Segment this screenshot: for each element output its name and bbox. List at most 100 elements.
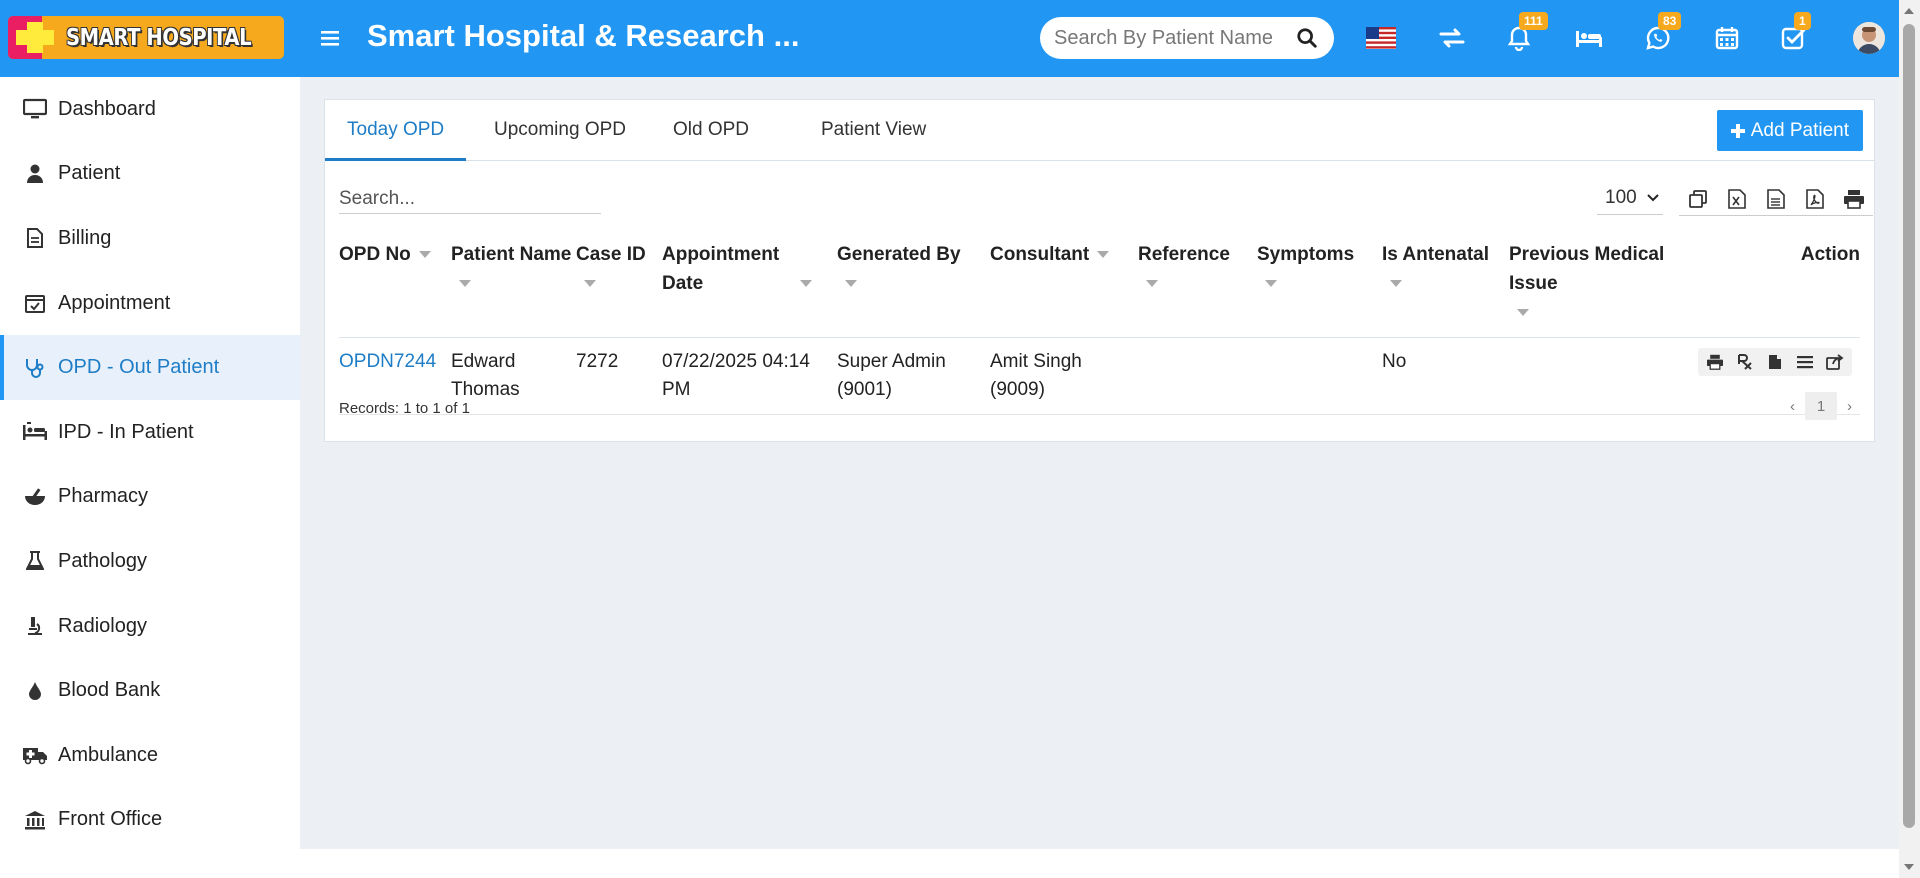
stethoscope-icon (22, 355, 48, 381)
print-icon[interactable] (1842, 187, 1866, 211)
microscope-icon (22, 613, 48, 639)
patient-search-input[interactable] (1054, 26, 1272, 50)
scroll-down-arrow[interactable] (1904, 864, 1914, 870)
sidebar-item-label: Blood Bank (58, 679, 161, 702)
col-label: Symptoms (1257, 244, 1355, 265)
records-count: Records: 1 to 1 of 1 (339, 400, 470, 417)
opd-tabs: Today OPD Upcoming OPD Old OPD Patient V… (325, 100, 1874, 161)
add-patient-button[interactable]: Add Patient (1716, 110, 1863, 151)
col-generated-by[interactable]: Generated By (837, 234, 990, 338)
col-previous-medical-issue[interactable]: Previous Medical Issue (1509, 234, 1679, 338)
sort-caret-icon (459, 280, 471, 288)
file-icon[interactable] (1762, 350, 1788, 374)
copy-icon[interactable] (1686, 187, 1710, 211)
monitor-icon (22, 96, 48, 122)
col-is-antenatal[interactable]: Is Antenatal (1382, 234, 1509, 338)
switch-arrows-icon[interactable] (1436, 22, 1468, 54)
sidebar-item-label: IPD - In Patient (58, 420, 194, 443)
vertical-scrollbar[interactable] (1899, 0, 1920, 878)
tab-upcoming-opd[interactable]: Upcoming OPD (472, 100, 648, 161)
whatsapp-icon[interactable]: 83 (1642, 12, 1682, 54)
sidebar-item-opd[interactable]: OPD - Out Patient (0, 335, 300, 400)
csv-icon[interactable] (1764, 187, 1788, 211)
col-label: Previous Medical Issue (1509, 244, 1665, 294)
plus-icon (1730, 123, 1745, 138)
sidebar: Dashboard Patient Billing Appointment OP… (0, 77, 300, 878)
print-icon[interactable] (1702, 350, 1728, 374)
hospital-bed-icon (22, 419, 48, 445)
cell-previous-medical-issue (1509, 337, 1679, 415)
calendar-icon[interactable] (1711, 22, 1743, 54)
sidebar-item-billing[interactable]: Billing (0, 206, 300, 271)
bed-icon[interactable] (1573, 22, 1605, 54)
user-avatar[interactable] (1853, 22, 1885, 54)
task-check-icon[interactable]: 1 (1778, 12, 1811, 54)
page-size-select[interactable]: 100 (1597, 181, 1663, 215)
share-icon[interactable] (1822, 350, 1848, 374)
search-icon[interactable] (1296, 27, 1318, 49)
sidebar-item-radiology[interactable]: Radiology (0, 594, 300, 659)
sort-caret-icon (418, 251, 431, 259)
notification-bell-icon[interactable]: 111 (1503, 12, 1548, 54)
logo-text: SMART HOSPITAL (66, 24, 252, 51)
sidebar-item-pharmacy[interactable]: Pharmacy (0, 465, 300, 530)
scroll-thumb[interactable] (1903, 24, 1915, 828)
sidebar-item-dashboard[interactable]: Dashboard (0, 77, 300, 142)
pdf-icon[interactable] (1803, 187, 1827, 211)
menu-toggle-icon[interactable] (318, 26, 342, 50)
tab-patient-view[interactable]: Patient View (799, 100, 948, 161)
sidebar-item-label: Ambulance (58, 743, 159, 766)
sidebar-item-label: Billing (58, 226, 112, 249)
scroll-up-arrow[interactable] (1904, 8, 1914, 14)
col-label: Action (1800, 244, 1860, 265)
col-opd-no[interactable]: OPD No (339, 234, 451, 338)
sidebar-item-label: Front Office (58, 808, 163, 831)
sidebar-item-ipd[interactable]: IPD - In Patient (0, 400, 300, 465)
sidebar-item-patient[interactable]: Patient (0, 142, 300, 207)
col-symptoms[interactable]: Symptoms (1257, 234, 1382, 338)
cell-is-antenatal: No (1382, 337, 1509, 415)
opd-link[interactable]: OPDN7244 (339, 351, 436, 372)
sort-caret-icon (800, 280, 812, 288)
sort-caret-icon (1146, 280, 1158, 288)
sort-caret-icon (1265, 280, 1277, 288)
app-title: Smart Hospital & Research ... (367, 18, 800, 53)
col-consultant[interactable]: Consultant (990, 234, 1138, 338)
flask-icon (22, 548, 48, 574)
tab-today-opd[interactable]: Today OPD (325, 100, 467, 161)
sidebar-item-pathology[interactable]: Pathology (0, 529, 300, 594)
cell-case-id: 7272 (576, 337, 662, 415)
excel-icon[interactable] (1725, 187, 1749, 211)
col-patient-name[interactable]: Patient Name (451, 234, 576, 338)
chevron-right-icon[interactable]: › (1847, 398, 1852, 415)
sidebar-item-front-office[interactable]: Front Office (0, 788, 300, 853)
cell-generated-by: Super Admin (9001) (837, 337, 990, 415)
hospital-logo[interactable]: SMART HOSPITAL (8, 16, 284, 59)
chevron-left-icon[interactable]: ‹ (1790, 398, 1795, 415)
sidebar-item-label: Pharmacy (58, 485, 149, 508)
table-row: OPDN7244 Edward Thomas 7272 07/22/2025 0… (339, 337, 1860, 415)
col-label: OPD No (339, 244, 411, 265)
building-icon (22, 807, 48, 833)
tab-old-opd[interactable]: Old OPD (651, 100, 771, 161)
page-size-value: 100 (1605, 187, 1637, 208)
col-label: Generated By (837, 244, 961, 265)
cell-consultant: Amit Singh (9009) (990, 337, 1138, 415)
sidebar-item-blood-bank[interactable]: Blood Bank (0, 658, 300, 723)
col-appointment-date[interactable]: Appointment Date (662, 234, 837, 338)
us-flag-icon[interactable] (1365, 22, 1397, 54)
sidebar-item-appointment[interactable]: Appointment (0, 271, 300, 336)
tasks-badge: 1 (1794, 12, 1811, 30)
col-label: Is Antenatal (1382, 244, 1489, 265)
prescription-icon[interactable] (1732, 350, 1758, 374)
table-search-input[interactable] (339, 184, 601, 214)
list-icon[interactable] (1792, 350, 1818, 374)
whatsapp-badge: 83 (1658, 12, 1682, 30)
add-patient-label: Add Patient (1750, 120, 1849, 141)
col-case-id[interactable]: Case ID (576, 234, 662, 338)
opd-panel: Today OPD Upcoming OPD Old OPD Patient V… (324, 99, 1875, 442)
col-reference[interactable]: Reference (1138, 234, 1257, 338)
sidebar-item-ambulance[interactable]: Ambulance (0, 723, 300, 788)
page-number[interactable]: 1 (1805, 392, 1837, 420)
sort-caret-icon (1390, 280, 1402, 288)
